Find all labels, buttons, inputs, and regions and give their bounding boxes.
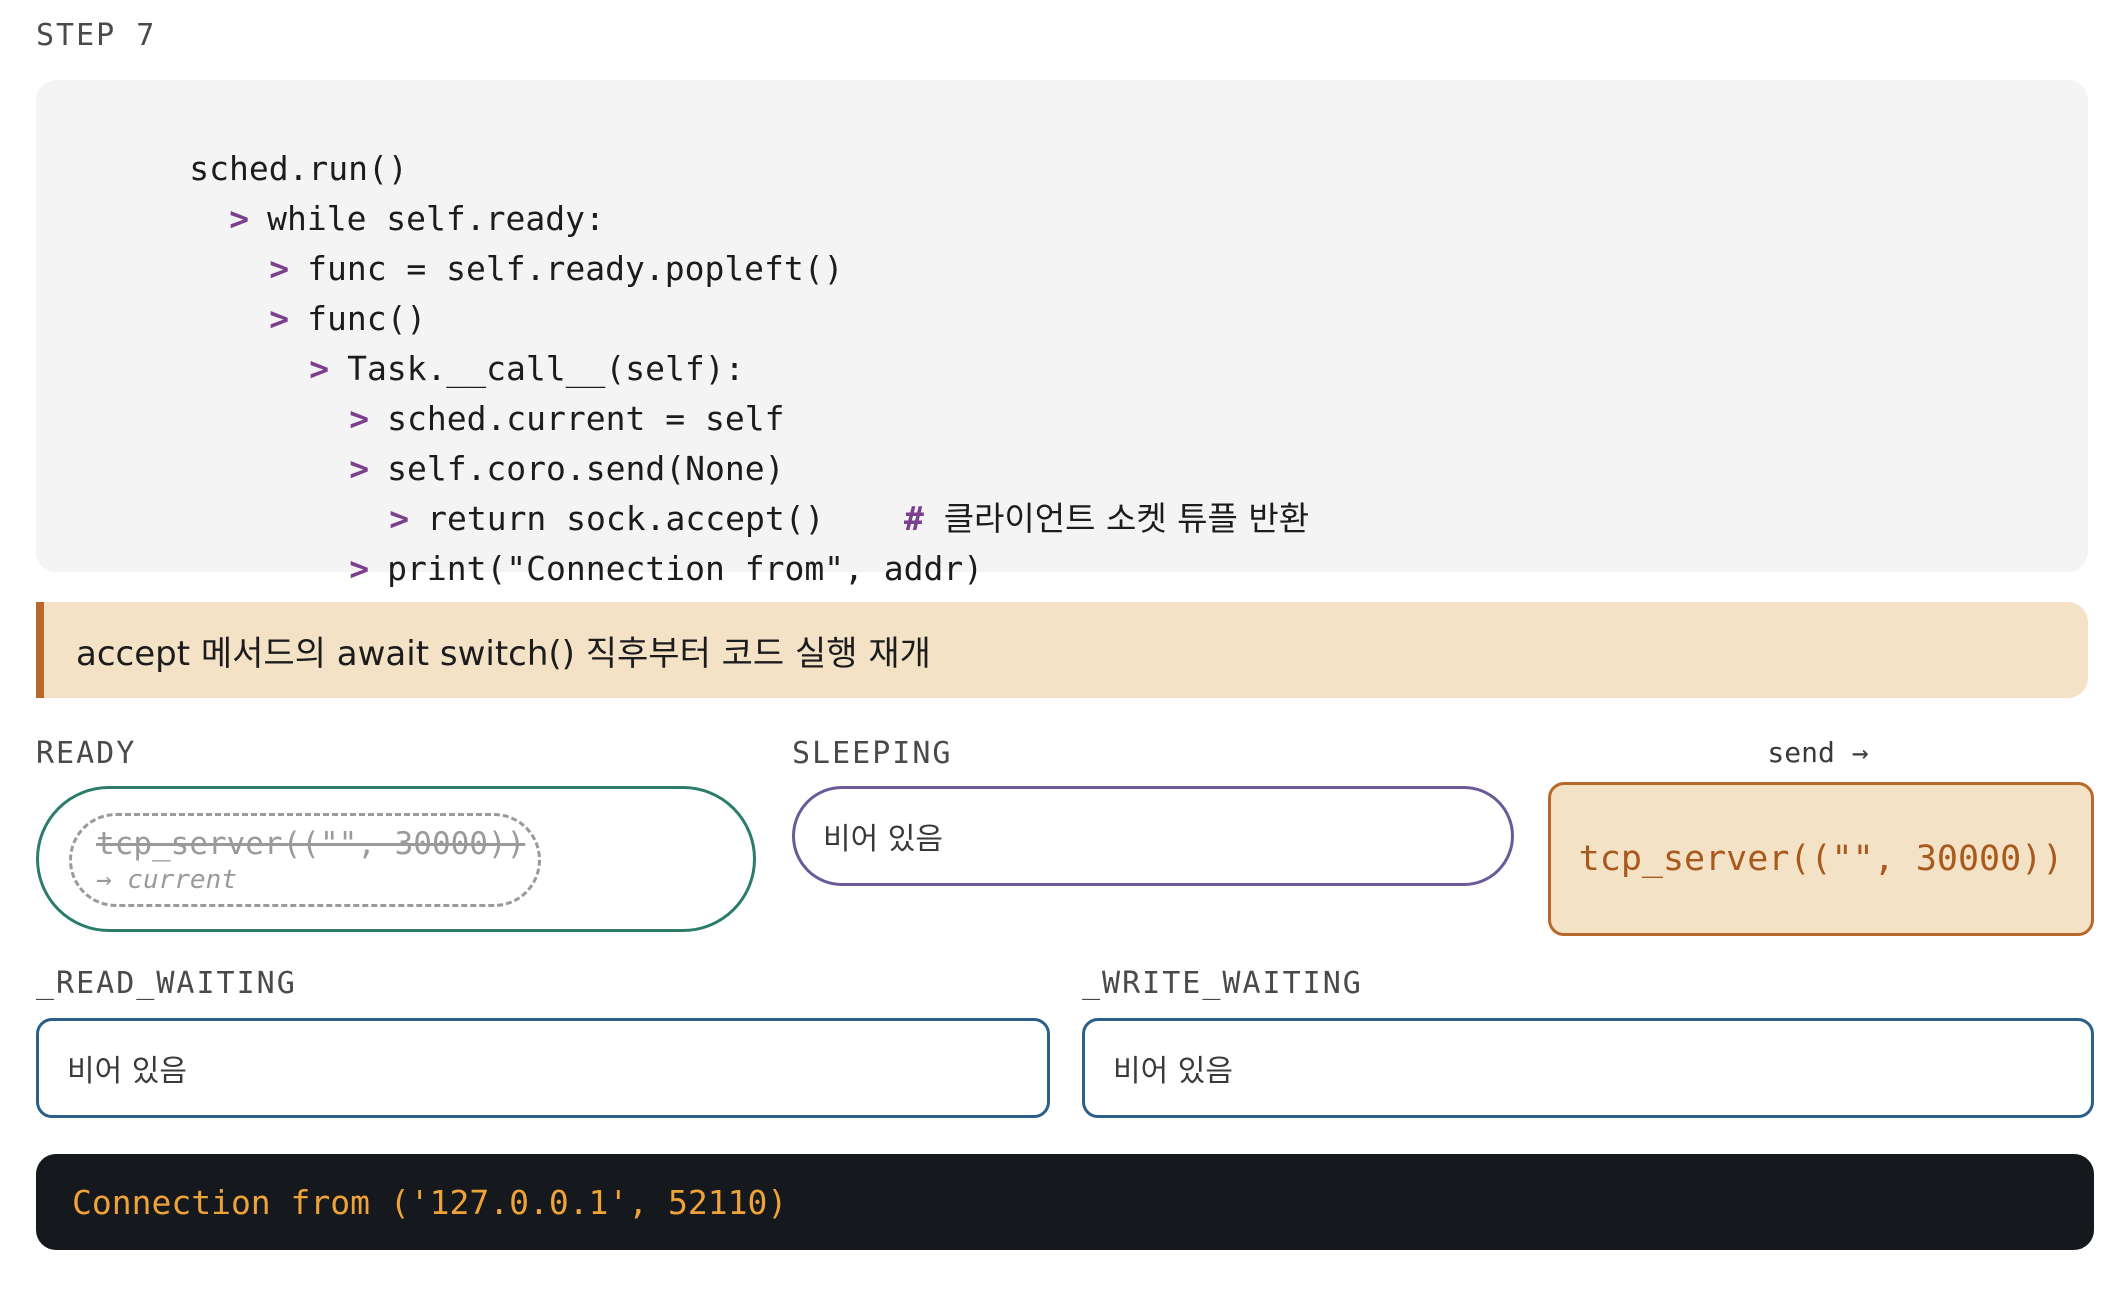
task-pill: tcp_server(("", 30000)) → current	[69, 813, 541, 907]
sleeping-queue: 비어 있음	[792, 786, 1514, 886]
empty-text: 비어 있음	[67, 1054, 187, 1089]
ready-queue: tcp_server(("", 30000)) → current	[36, 786, 756, 932]
resume-note: accept 메서드의 await switch() 직후부터 코드 실행 재개	[36, 602, 2088, 698]
current-task-box: tcp_server(("", 30000))	[1548, 782, 2094, 936]
current-task-name: tcp_server(("", 30000))	[1578, 839, 2064, 879]
code-block: sched.run() > while self.ready: > func = s…	[36, 80, 2088, 588]
code-line: > func = self.ready.popleft()	[150, 194, 843, 288]
write-waiting-queue: 비어 있음	[1082, 1018, 2094, 1118]
code-line: > while self.ready:	[110, 144, 605, 238]
read-waiting-queue: 비어 있음	[36, 1018, 1050, 1118]
code-text: print("Connection from", addr)	[387, 549, 984, 588]
code-line: > self.coro.send(None)	[230, 394, 784, 488]
caret-icon: >	[349, 549, 370, 588]
write-waiting-label: _WRITE_WAITING	[1082, 966, 1363, 1001]
task-tag: → current	[96, 865, 237, 895]
terminal-output: Connection from ('127.0.0.1', 52110)	[36, 1154, 2094, 1250]
read-waiting-label: _READ_WAITING	[36, 966, 297, 1001]
task-name: tcp_server(("", 30000))	[96, 826, 526, 862]
code-line: > print("Connection from", addr)	[230, 494, 983, 588]
ready-label: READY	[36, 736, 137, 771]
empty-text: 비어 있음	[1113, 1054, 1233, 1089]
empty-text: 비어 있음	[823, 822, 943, 857]
code-line: sched.run()	[70, 94, 408, 188]
code-line: > sched.current = self	[230, 344, 784, 438]
send-label: send →	[1767, 736, 1869, 769]
page: STEP 7 sched.run() > while self.ready: > f…	[0, 0, 2120, 1310]
code-line: > func()	[150, 244, 426, 338]
step-label: STEP 7	[36, 18, 157, 53]
sleeping-label: SLEEPING	[792, 736, 953, 771]
code-line: > return sock.accept() # 클라이언트 소켓 튜플 반환	[270, 444, 1309, 538]
code-comment: 클라이언트 소켓 튜플 반환	[943, 499, 1310, 538]
code-line: > Task.__call__(self):	[190, 294, 744, 388]
